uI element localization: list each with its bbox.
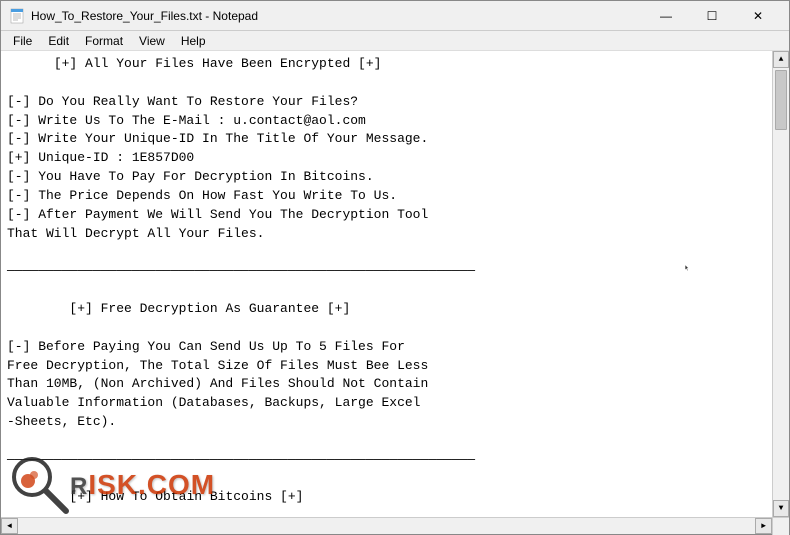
maximize-button[interactable]: ☐ xyxy=(689,1,735,31)
window-title: How_To_Restore_Your_Files.txt - Notepad xyxy=(31,9,258,23)
editor-scroll-area[interactable]: [+] All Your Files Have Been Encrypted [… xyxy=(1,51,772,517)
scroll-corner xyxy=(772,518,789,535)
menu-edit[interactable]: Edit xyxy=(40,31,77,50)
title-bar-controls: — ☐ ✕ xyxy=(643,1,781,31)
title-bar: How_To_Restore_Your_Files.txt - Notepad … xyxy=(1,1,789,31)
scroll-thumb[interactable] xyxy=(775,70,787,130)
minimize-button[interactable]: — xyxy=(643,1,689,31)
h-scroll-track[interactable] xyxy=(18,518,755,534)
title-bar-left: How_To_Restore_Your_Files.txt - Notepad xyxy=(9,8,643,24)
scroll-up-button[interactable]: ▲ xyxy=(773,51,789,68)
scroll-down-button[interactable]: ▼ xyxy=(773,500,789,517)
menu-bar: File Edit Format View Help xyxy=(1,31,789,51)
menu-help[interactable]: Help xyxy=(173,31,214,50)
scroll-track[interactable] xyxy=(773,68,789,500)
editor-container: [+] All Your Files Have Been Encrypted [… xyxy=(1,51,789,517)
vertical-scrollbar[interactable]: ▲ ▼ xyxy=(772,51,789,517)
notepad-icon xyxy=(9,8,25,24)
notepad-window: How_To_Restore_Your_Files.txt - Notepad … xyxy=(0,0,790,535)
scroll-right-button[interactable]: ► xyxy=(755,518,772,534)
editor-text[interactable]: [+] All Your Files Have Been Encrypted [… xyxy=(7,55,766,517)
scroll-left-button[interactable]: ◄ xyxy=(1,518,18,534)
menu-format[interactable]: Format xyxy=(77,31,131,50)
menu-file[interactable]: File xyxy=(5,31,40,50)
horizontal-scrollbar[interactable]: ◄ ► xyxy=(1,517,789,534)
close-button[interactable]: ✕ xyxy=(735,1,781,31)
menu-view[interactable]: View xyxy=(131,31,173,50)
